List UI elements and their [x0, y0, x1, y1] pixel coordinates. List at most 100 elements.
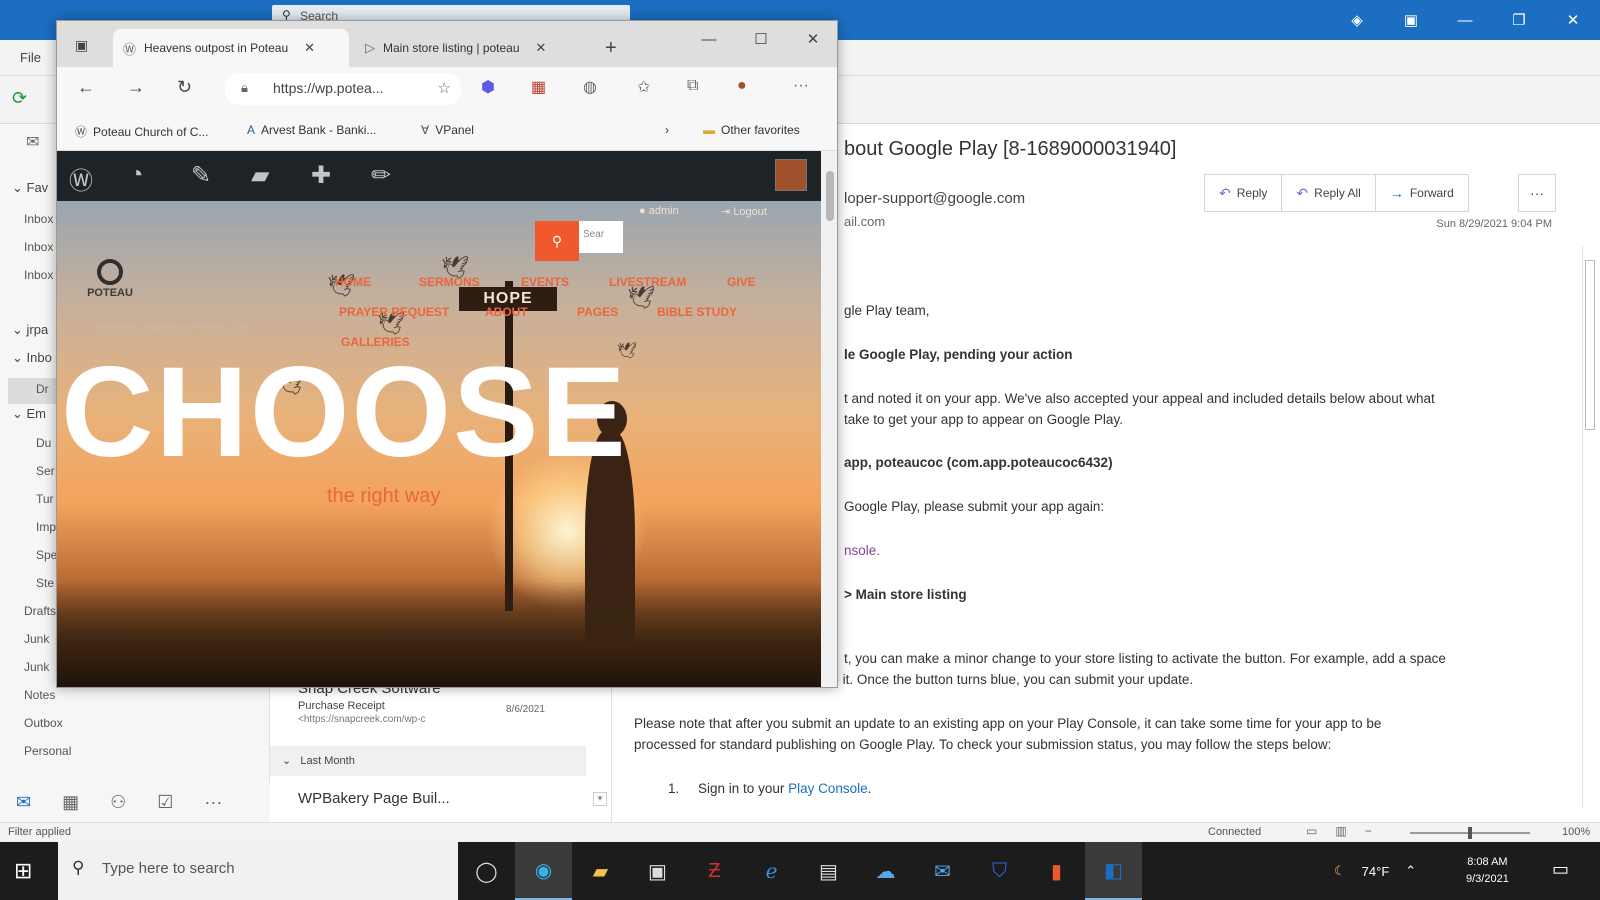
settings-more-icon[interactable]: ···	[793, 77, 809, 95]
zoom-out-icon[interactable]: −	[1365, 824, 1372, 838]
folder-item[interactable]: Inbox	[24, 268, 53, 282]
site-search-button[interactable]: ⚲	[535, 221, 579, 261]
dashboard-icon[interactable]: ◔	[129, 161, 144, 189]
moon-weather-icon[interactable]: ☾	[1334, 863, 1346, 879]
folder-item[interactable]: Ser	[36, 464, 55, 478]
tab-main-store-listing[interactable]: ▷ Main store listing | poteau ✕	[355, 29, 591, 67]
scrollbar-thumb[interactable]	[826, 171, 834, 221]
comments-icon[interactable]: ▰	[251, 161, 269, 190]
office-icon[interactable]: ▮	[1028, 842, 1085, 900]
wordpress-logo-icon[interactable]: Ⓦ	[69, 161, 93, 196]
nav-about[interactable]: ABOUT	[485, 305, 528, 319]
file-explorer-icon[interactable]: ▰	[572, 842, 629, 900]
nav-home[interactable]: HOME	[335, 275, 371, 289]
folder-item[interactable]: Personal	[24, 744, 71, 758]
close-button[interactable]: ✕	[1546, 0, 1600, 40]
maximize-button[interactable]: ☐	[735, 21, 787, 57]
tray-chevron-icon[interactable]: ⌃	[1405, 863, 1416, 879]
close-button[interactable]: ✕	[787, 21, 837, 57]
scroll-down-button[interactable]: ▾	[593, 792, 607, 806]
address-bar[interactable]: 🔒︎ https://wp.potea... ☆	[225, 73, 461, 105]
folder-group-favorites[interactable]: ⌄ Fav	[12, 180, 48, 196]
tasks-icon[interactable]: ☑	[157, 792, 173, 813]
more-icon[interactable]: ···	[204, 792, 222, 813]
profile-avatar[interactable]: ●	[737, 77, 747, 95]
restore-button[interactable]: ❐	[1492, 0, 1546, 40]
page-scrollbar[interactable]	[821, 151, 837, 687]
extension-icon[interactable]: ⬢	[481, 77, 495, 97]
user-avatar[interactable]	[775, 159, 807, 191]
folder-item[interactable]: Junk	[24, 632, 49, 646]
play-console-link[interactable]: nsole.	[844, 540, 880, 561]
minimize-button[interactable]: —	[1438, 0, 1492, 40]
folder-group-inbox[interactable]: ⌄ Inbo	[12, 350, 52, 366]
bookmark-item[interactable]: A Arvest Bank - Banki...	[247, 123, 376, 137]
site-logo[interactable]: POTEAU	[77, 259, 143, 305]
edge-icon[interactable]: ◉	[515, 842, 572, 900]
close-tab-icon[interactable]: ✕	[304, 40, 315, 56]
folder-item[interactable]: Ste	[36, 576, 54, 590]
folder-item[interactable]: Imp	[36, 520, 56, 534]
calendar-icon[interactable]: ▦	[62, 792, 79, 813]
bookmark-item[interactable]: Ⓦ Poteau Church of C...	[75, 123, 208, 140]
folder-item[interactable]: Notes	[24, 688, 55, 702]
outlook-icon[interactable]: ◧	[1085, 842, 1142, 900]
folder-item[interactable]: Inbox	[24, 240, 53, 254]
store-icon[interactable]: ▣	[629, 842, 686, 900]
folder-item[interactable]: Outbox	[24, 716, 63, 730]
folder-item[interactable]: Spe	[36, 548, 57, 562]
bookmark-item[interactable]: ∀ VPanel	[421, 123, 474, 137]
site-search-input[interactable]: Sear	[579, 221, 623, 253]
edit-pencil-icon[interactable]: ✏	[371, 161, 391, 190]
back-button[interactable]: ←	[77, 77, 95, 98]
list-item[interactable]: WPBakery Page Buil...	[298, 790, 450, 807]
people-icon[interactable]: ⚇	[110, 792, 126, 813]
sync-icon[interactable]: ⟳	[12, 88, 27, 109]
tab-actions-icon[interactable]: ▣	[75, 37, 88, 54]
normal-view-icon[interactable]: ▭	[1306, 824, 1317, 838]
folder-item[interactable]: Junk	[24, 660, 49, 674]
nav-sermons[interactable]: SERMONS	[419, 275, 480, 289]
other-favorites-folder[interactable]: ▬ Other favorites	[703, 123, 800, 137]
nav-bible-study[interactable]: BIBLE STUDY	[657, 305, 737, 319]
new-tab-button[interactable]: +	[605, 37, 617, 60]
nav-give[interactable]: GIVE	[727, 275, 756, 289]
new-content-icon[interactable]: ✚	[311, 161, 331, 190]
filezilla-icon[interactable]: Ƶ	[686, 842, 743, 900]
add-favorite-icon[interactable]: ☆	[438, 79, 451, 97]
calendar-extension-icon[interactable]: ▦	[531, 77, 546, 97]
folder-item[interactable]: Inbox	[24, 212, 53, 226]
folder-item[interactable]: Du	[36, 436, 51, 450]
menu-file[interactable]: File	[20, 50, 41, 65]
task-view-icon[interactable]: ◯	[458, 842, 515, 900]
forward-button[interactable]: →	[127, 77, 145, 98]
refresh-button[interactable]: ↻	[177, 77, 192, 98]
collections-icon[interactable]: ⧉	[687, 77, 698, 95]
folder-item-selected[interactable]: Dr	[36, 382, 49, 396]
list-section-header[interactable]: ⌄ Last Month	[270, 746, 586, 776]
windows-start-icon[interactable]: ⊞	[14, 858, 32, 884]
scrollbar-thumb[interactable]	[1585, 260, 1595, 430]
tab-heavens-outpost[interactable]: Ⓦ Heavens outpost in Poteau ✕	[113, 29, 349, 67]
taskbar-search-input[interactable]: ⚲ Type here to search	[58, 842, 458, 900]
mail-icon[interactable]: ✉	[914, 842, 971, 900]
folder-item[interactable]: Drafts	[24, 604, 56, 618]
layout-icon[interactable]: ▣	[1384, 0, 1438, 40]
reading-view-icon[interactable]: ▥	[1335, 824, 1346, 838]
admin-user-link[interactable]: ● admin	[639, 205, 679, 217]
minimize-button[interactable]: —	[683, 21, 735, 57]
logout-link[interactable]: ⇥ Logout	[721, 205, 767, 218]
close-tab-icon[interactable]: ✕	[536, 40, 547, 56]
notification-icon[interactable]: ▭	[1552, 859, 1569, 880]
folder-group-em[interactable]: ⌄ Em	[12, 406, 46, 422]
nav-livestream[interactable]: LIVESTREAM	[609, 275, 686, 289]
reading-scrollbar[interactable]	[1582, 246, 1596, 808]
zoom-slider-thumb[interactable]	[1468, 827, 1472, 839]
folder-group-account[interactable]: ⌄ jrpa	[12, 322, 48, 338]
play-console-link[interactable]: Play Console	[788, 781, 868, 796]
weather-temp[interactable]: 74°F	[1362, 864, 1390, 879]
nav-events[interactable]: EVENTS	[521, 275, 569, 289]
nav-pages[interactable]: PAGES	[577, 305, 618, 319]
nav-prayer-request[interactable]: PRAYER REQUEST	[339, 305, 449, 319]
customize-brush-icon[interactable]: ✎	[191, 161, 211, 190]
